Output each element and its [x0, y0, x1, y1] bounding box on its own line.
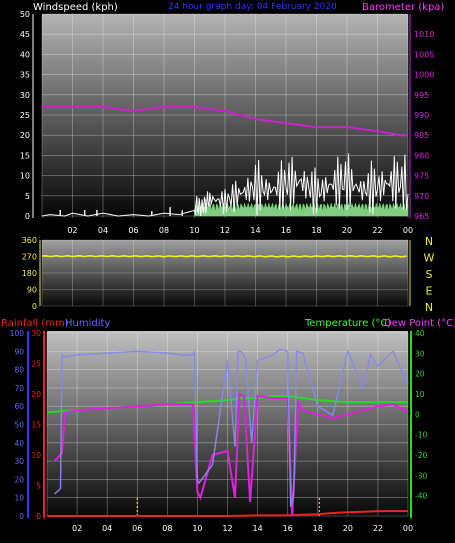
- temperature-tick: -40: [415, 492, 427, 501]
- x-tick: 10: [189, 226, 199, 235]
- weather-graph-canvas: Windspeed (kph) 24 hour graph day: 04 Fe…: [1, 2, 455, 533]
- x-tick: 22: [373, 524, 383, 533]
- wind-tick: 45: [20, 30, 30, 39]
- barometer-tick: 985: [414, 131, 429, 140]
- x-tick: 04: [98, 226, 108, 235]
- x-tick: 14: [252, 524, 262, 533]
- x-tick: 08: [162, 524, 172, 533]
- humidity-tick: 0: [19, 512, 24, 521]
- rain-tick: 20: [31, 390, 41, 399]
- x-tick: 12: [220, 226, 230, 235]
- x-tick: 16: [281, 226, 291, 235]
- temperature-tick: 10: [415, 390, 425, 399]
- humidity-axis-label: Humidity: [65, 318, 110, 329]
- wind-tick: 50: [20, 10, 30, 19]
- wind-barometer-chart: Windspeed (kph) 24 hour graph day: 04 Fe…: [20, 2, 445, 235]
- x-tick: 20: [342, 226, 352, 235]
- wind-tick: 20: [20, 131, 30, 140]
- barometer-tick: 980: [414, 151, 429, 160]
- x-tick: 06: [128, 226, 138, 235]
- rain-tick: 5: [36, 482, 41, 491]
- wind-tick: 0: [25, 212, 30, 221]
- x-tick: 22: [372, 226, 382, 235]
- rain-tick: 25: [31, 360, 41, 369]
- temp-humidity-chart: Rainfall (mm) Humidity Temperature (°C) …: [1, 318, 455, 533]
- wind-tick: 30: [20, 91, 30, 100]
- humidity-tick: 70: [14, 384, 24, 393]
- wind-axis-label: Windspeed (kph): [33, 2, 118, 13]
- x-tick: 06: [132, 524, 142, 533]
- x-tick: 04: [102, 524, 112, 533]
- humidity-tick: 20: [14, 475, 24, 484]
- compass-label: S: [426, 268, 433, 281]
- rain-tick: 15: [31, 421, 41, 430]
- rain-tick: 10: [31, 451, 41, 460]
- x-tick: 02: [67, 226, 77, 235]
- compass-label: N: [425, 235, 433, 248]
- dewpoint-axis-label: Dew Point (°C): [384, 318, 455, 329]
- temperature-tick: 40: [415, 329, 425, 338]
- humidity-tick: 30: [14, 457, 24, 466]
- compass-label: E: [426, 285, 433, 298]
- barometer-tick: 990: [414, 111, 429, 120]
- x-tick: 02: [72, 524, 82, 533]
- wind-tick: 25: [20, 111, 30, 120]
- wind-tick: 35: [20, 71, 30, 80]
- barometer-tick: 970: [414, 192, 429, 201]
- x-tick: 00: [403, 524, 413, 533]
- direction-tick: 90: [27, 286, 37, 295]
- rain-tick: 30: [31, 329, 41, 338]
- barometer-axis-label: Barometer (kpa): [362, 2, 444, 13]
- humidity-tick: 50: [14, 421, 24, 430]
- wind-direction-chart: 090180270360 NWSEN: [22, 235, 435, 314]
- x-tick: 08: [159, 226, 169, 235]
- direction-tick: 0: [32, 302, 37, 311]
- x-tick: 12: [222, 524, 232, 533]
- temperature-tick: 0: [415, 410, 420, 419]
- wind-tick: 10: [20, 172, 30, 181]
- humidity-tick: 80: [14, 366, 24, 375]
- humidity-tick: 10: [14, 494, 24, 503]
- direction-tick: 360: [22, 236, 37, 245]
- x-tick: 20: [343, 524, 353, 533]
- humidity-tick: 60: [14, 402, 24, 411]
- direction-tick: 270: [22, 253, 37, 262]
- x-tick: 18: [311, 226, 321, 235]
- direction-line: [41, 254, 407, 258]
- temperature-tick: 30: [415, 349, 425, 358]
- x-tick: 10: [192, 524, 202, 533]
- barometer-tick: 1005: [414, 50, 434, 59]
- x-tick: 18: [313, 524, 323, 533]
- direction-series: [41, 254, 407, 258]
- rainfall-axis-label: Rainfall (mm): [1, 318, 69, 329]
- wind-tick: 15: [20, 151, 30, 160]
- direction-tick-labels: 0 90 180 270 360: [22, 236, 37, 311]
- x-tick: 16: [283, 524, 293, 533]
- graph-title: 24 hour graph day: 04 February 2020: [168, 2, 337, 12]
- temperature-tick: -30: [415, 471, 427, 480]
- compass-labels: NWSEN: [424, 235, 435, 314]
- temperature-tick: -20: [415, 451, 427, 460]
- x-tick: 14: [250, 226, 260, 235]
- x-tick: 00: [403, 226, 413, 235]
- humidity-tick: 90: [14, 347, 24, 356]
- humidity-tick: 100: [10, 329, 25, 338]
- compass-label: N: [425, 301, 433, 314]
- wind-tick: 40: [20, 50, 30, 59]
- humidity-tick: 40: [14, 439, 24, 448]
- rain-tick: 0: [36, 512, 41, 521]
- barometer-tick: 1000: [414, 71, 434, 80]
- barometer-tick: 1010: [414, 30, 434, 39]
- barometer-tick: 995: [414, 91, 429, 100]
- direction-tick: 180: [22, 269, 37, 278]
- temperature-axis-label: Temperature (°C): [304, 318, 391, 329]
- compass-label: W: [424, 252, 435, 265]
- temperature-tick: 20: [415, 370, 425, 379]
- wind-tick: 5: [25, 192, 30, 201]
- barometer-tick: 965: [414, 212, 429, 221]
- temperature-tick: -10: [415, 431, 427, 440]
- barometer-tick: 975: [414, 172, 429, 181]
